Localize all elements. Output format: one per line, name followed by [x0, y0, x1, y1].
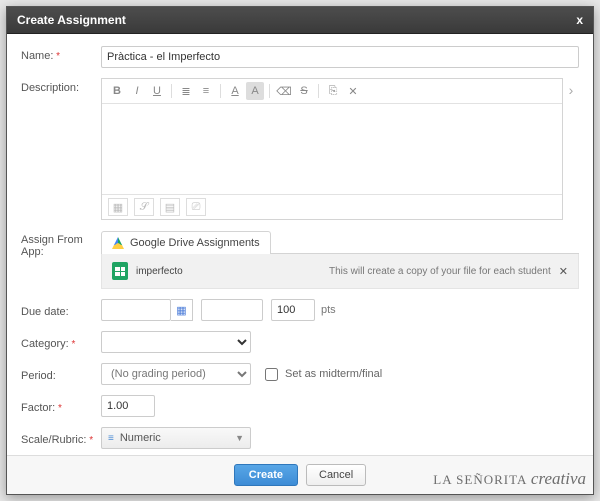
separator	[171, 84, 172, 98]
attach-resource-icon[interactable]: ▦	[108, 198, 128, 216]
factor-label: Factor:	[21, 398, 101, 414]
midterm-label: Set as midterm/final	[285, 368, 382, 380]
scale-select[interactable]: ≡ Numeric ▼	[101, 427, 251, 449]
midterm-checkbox[interactable]	[265, 368, 278, 381]
rte-toolbar: B I U ≣ ≡ A A ⌫ S ⎘ ✕	[102, 79, 562, 104]
separator	[269, 84, 270, 98]
text-color-icon[interactable]: A	[226, 82, 244, 100]
create-assignment-modal: Create Assignment x Name: Description: B…	[6, 6, 594, 495]
points-label: pts	[321, 304, 336, 316]
modal-body: Name: Description: B I U ≣ ≡ A	[7, 34, 593, 455]
attached-file-name: imperfecto	[136, 266, 183, 277]
numeric-icon: ≡	[108, 433, 114, 444]
remove-file-icon[interactable]: ✕	[559, 265, 568, 278]
separator	[318, 84, 319, 98]
create-button[interactable]: Create	[234, 464, 298, 486]
factor-input[interactable]	[101, 395, 155, 417]
modal-titlebar: Create Assignment x	[7, 7, 593, 34]
chevron-down-icon: ▼	[235, 433, 244, 443]
name-label: Name:	[21, 46, 101, 62]
italic-icon[interactable]: I	[128, 82, 146, 100]
name-input[interactable]	[101, 46, 579, 68]
google-drive-icon	[112, 237, 124, 249]
underline-icon[interactable]: U	[148, 82, 166, 100]
calendar-icon[interactable]: ▦	[171, 299, 193, 321]
app-tabbar: Google Drive Assignments	[101, 230, 579, 254]
description-editor: B I U ≣ ≡ A A ⌫ S ⎘ ✕	[101, 78, 563, 220]
description-body[interactable]	[102, 104, 562, 194]
highlight-icon[interactable]: A	[246, 82, 264, 100]
insert-table-icon[interactable]: ▤	[160, 198, 180, 216]
insert-symbol-icon[interactable]: 𝒮	[134, 198, 154, 216]
watermark-a: LA SEÑORITA	[433, 472, 526, 487]
watermark-b: creativa	[531, 469, 586, 488]
remove-link-icon[interactable]: ✕	[344, 82, 362, 100]
period-select[interactable]: (No grading period)	[101, 363, 251, 385]
assign-app-label: Assign From App:	[21, 230, 101, 258]
clear-format-icon[interactable]: ⌫	[275, 82, 293, 100]
bold-icon[interactable]: B	[108, 82, 126, 100]
points-input[interactable]	[271, 299, 315, 321]
due-label: Due date:	[21, 302, 101, 318]
watermark: LA SEÑORITA creativa	[433, 469, 586, 489]
expand-editor-icon[interactable]: ›	[563, 78, 579, 98]
rte-footer: ▦ 𝒮 ▤ ⎚	[102, 194, 562, 219]
period-label: Period:	[21, 366, 101, 382]
tab-google-drive[interactable]: Google Drive Assignments	[101, 231, 271, 254]
google-sheets-icon	[112, 262, 128, 280]
cancel-button[interactable]: Cancel	[306, 464, 366, 486]
ordered-list-icon[interactable]: ≡	[197, 82, 215, 100]
attached-file-bar: imperfecto This will create a copy of yo…	[101, 254, 579, 289]
category-label: Category:	[21, 334, 101, 350]
due-time-input[interactable]	[201, 299, 263, 321]
insert-link-icon[interactable]: ⎘	[324, 82, 342, 100]
tab-label: Google Drive Assignments	[130, 237, 260, 249]
bullet-list-icon[interactable]: ≣	[177, 82, 195, 100]
strike-icon[interactable]: S	[295, 82, 313, 100]
close-icon[interactable]: x	[576, 13, 583, 27]
modal-title: Create Assignment	[17, 13, 126, 27]
fullscreen-icon[interactable]: ⎚	[186, 198, 206, 216]
separator	[220, 84, 221, 98]
due-date-input[interactable]	[101, 299, 171, 321]
copy-hint: This will create a copy of your file for…	[191, 266, 551, 277]
description-label: Description:	[21, 78, 101, 94]
category-select[interactable]	[101, 331, 251, 353]
scale-value: Numeric	[120, 432, 161, 444]
midterm-checkbox-row[interactable]: Set as midterm/final	[261, 365, 382, 384]
scale-label: Scale/Rubric:	[21, 430, 101, 446]
